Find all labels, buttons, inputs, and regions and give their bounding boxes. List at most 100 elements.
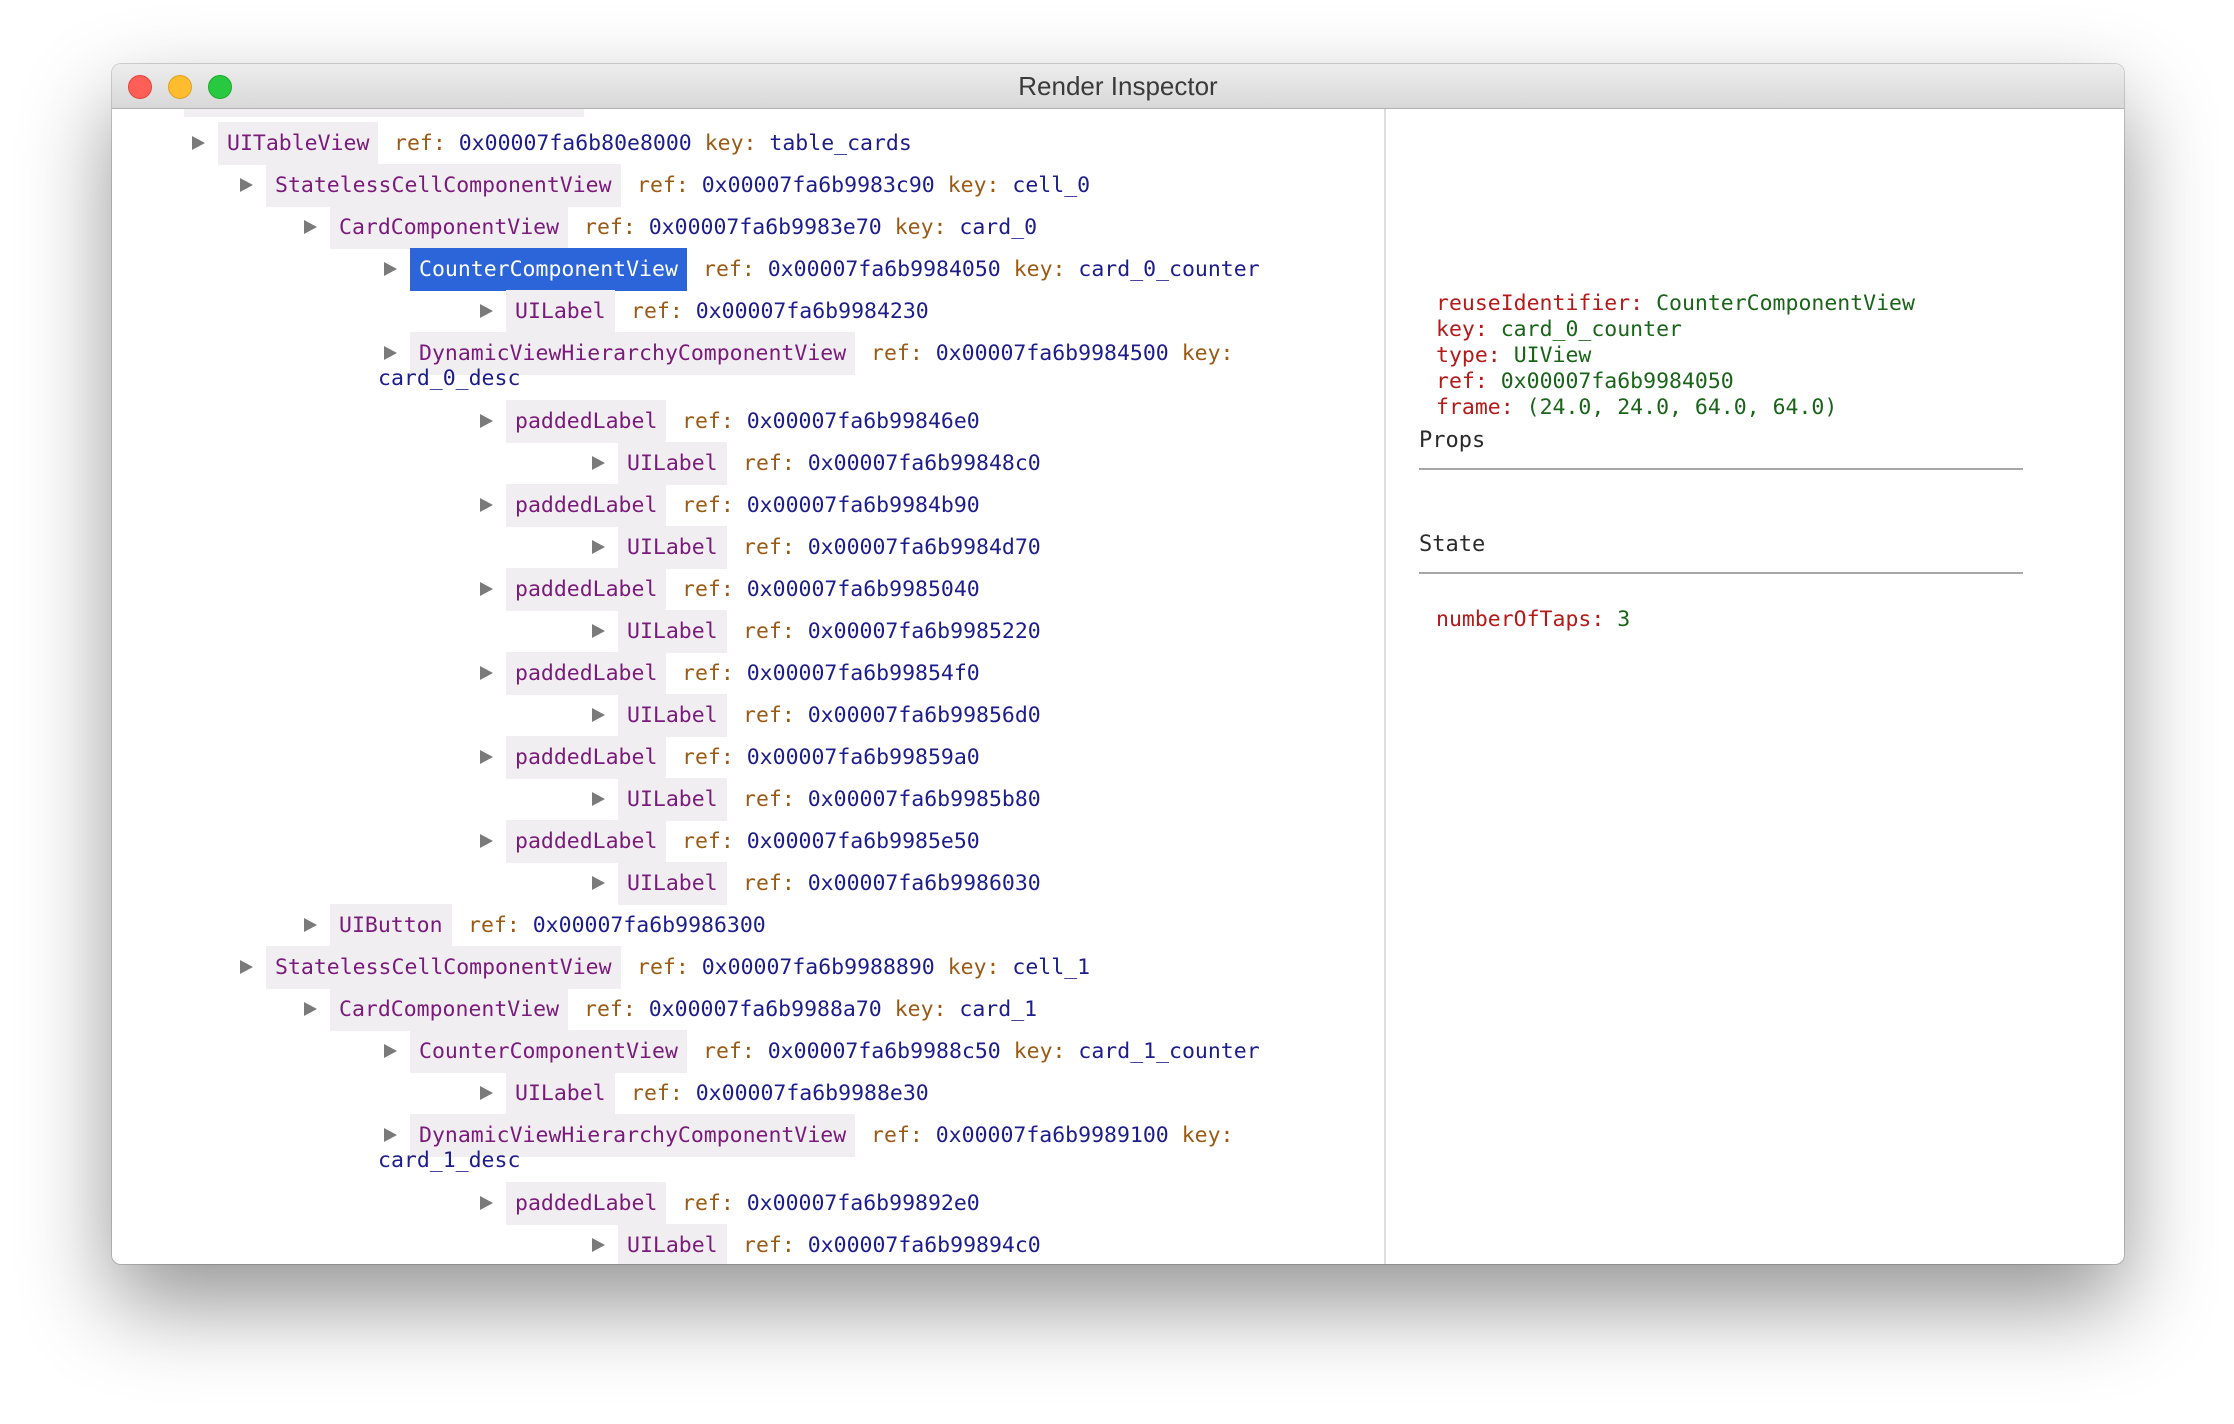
- key-label: key:: [894, 215, 947, 240]
- component-name[interactable]: UIButton: [330, 904, 452, 947]
- node-attributes: ref: 0x00007fa6b9986030: [743, 862, 1041, 905]
- component-name[interactable]: UILabel: [506, 290, 615, 333]
- ref-value: 0x00007fa6b9983e70: [648, 215, 882, 240]
- component-name[interactable]: UILabel: [618, 526, 727, 569]
- component-name[interactable]: CounterComponentView: [410, 248, 687, 291]
- component-name[interactable]: StatelessCellComponentView: [266, 946, 621, 989]
- ref-label: ref:: [682, 409, 734, 434]
- disclosure-triangle-icon[interactable]: [592, 708, 605, 722]
- component-name[interactable]: UITableView: [218, 122, 379, 165]
- component-name[interactable]: paddedLabel: [506, 568, 667, 611]
- disclosure-triangle-icon[interactable]: [480, 1086, 493, 1100]
- component-name[interactable]: paddedLabel: [506, 652, 667, 695]
- disclosure-triangle-icon[interactable]: [192, 136, 205, 150]
- ref-value: 0x00007fa6b9986300: [532, 913, 766, 938]
- component-name[interactable]: paddedLabel: [506, 1182, 667, 1225]
- disclosure-triangle-icon[interactable]: [240, 960, 253, 974]
- node-attributes: ref: 0x00007fa6b99894c0: [743, 1224, 1041, 1264]
- ref-label: ref:: [703, 257, 755, 282]
- ref-value: 0x00007fa6b99846e0: [746, 409, 980, 434]
- ref-value: 0x00007fa6b9984230: [695, 299, 929, 324]
- component-name[interactable]: CounterComponentView: [410, 1030, 687, 1073]
- ref-label: ref:: [468, 913, 520, 938]
- node-attributes: ref: 0x00007fa6b99892e0: [682, 1182, 980, 1225]
- ref-label: ref:: [871, 341, 923, 366]
- disclosure-triangle-icon[interactable]: [304, 220, 317, 234]
- node-attributes: ref: 0x00007fa6b9984b90: [682, 484, 980, 527]
- ref-value: 0x00007fa6b9984d70: [807, 535, 1041, 560]
- disclosure-triangle-icon[interactable]: [480, 582, 493, 596]
- disclosure-triangle-icon[interactable]: [592, 540, 605, 554]
- component-name[interactable]: UILabel: [618, 694, 727, 737]
- disclosure-triangle-icon[interactable]: [592, 876, 605, 890]
- disclosure-triangle-icon[interactable]: [592, 456, 605, 470]
- disclosure-triangle-icon[interactable]: [384, 346, 397, 360]
- ref-value: 0x00007fa6b99854f0: [746, 661, 980, 686]
- disclosure-triangle-icon[interactable]: [304, 1002, 317, 1016]
- key-value: card_0_counter: [1078, 257, 1260, 282]
- disclosure-triangle-icon[interactable]: [240, 178, 253, 192]
- key-value: cell_0: [1012, 173, 1091, 198]
- component-name[interactable]: CardComponentView: [330, 988, 569, 1031]
- disclosure-triangle-icon[interactable]: [480, 750, 493, 764]
- ref-value: 0x00007fa6b9985e50: [746, 829, 980, 854]
- disclosure-triangle-icon[interactable]: [592, 1238, 605, 1252]
- disclosure-triangle-icon[interactable]: [480, 666, 493, 680]
- ref-label: ref:: [871, 1123, 923, 1148]
- key-value: card_1_counter: [1078, 1039, 1260, 1064]
- render-inspector-window: Render Inspector UITableView ref: 0x00007…: [112, 64, 2124, 1264]
- ref-value: 0x00007fa6b99894c0: [807, 1233, 1041, 1258]
- ref-label: ref:: [743, 535, 795, 560]
- ref-value: 0x00007fa6b80e8000: [458, 131, 692, 156]
- component-name[interactable]: UILabel: [506, 1072, 615, 1115]
- disclosure-triangle-icon[interactable]: [480, 834, 493, 848]
- ref-label: ref:: [682, 577, 734, 602]
- ref-value: 0x00007fa6b9984500: [935, 341, 1169, 366]
- component-name[interactable]: UILabel: [618, 778, 727, 821]
- disclosure-triangle-icon[interactable]: [480, 414, 493, 428]
- ref-value: 0x00007fa6b9988890: [701, 955, 935, 980]
- view-hierarchy-tree[interactable]: UITableView ref: 0x00007fa6b80e8000 key: …: [112, 109, 1384, 1264]
- state-section-title: State: [1419, 532, 1486, 557]
- node-attributes: ref: 0x00007fa6b9984230: [631, 290, 929, 333]
- disclosure-triangle-icon[interactable]: [592, 624, 605, 638]
- key-value: card_0: [959, 215, 1038, 240]
- detail-row-frame: frame: (24.0, 24.0, 64.0, 64.0): [1436, 395, 1838, 420]
- ref-label: ref:: [743, 1233, 795, 1258]
- component-name[interactable]: UILabel: [618, 610, 727, 653]
- component-name[interactable]: paddedLabel: [506, 400, 667, 443]
- component-name[interactable]: UILabel: [618, 862, 727, 905]
- component-name[interactable]: paddedLabel: [506, 820, 667, 863]
- component-name[interactable]: UILabel: [618, 442, 727, 485]
- component-name[interactable]: paddedLabel: [506, 484, 667, 527]
- disclosure-triangle-icon[interactable]: [480, 304, 493, 318]
- disclosure-triangle-icon[interactable]: [480, 1196, 493, 1210]
- disclosure-triangle-icon[interactable]: [592, 792, 605, 806]
- ref-label: ref:: [584, 997, 636, 1022]
- disclosure-triangle-icon[interactable]: [384, 1128, 397, 1142]
- ref-value: 0x00007fa6b9983c90: [701, 173, 935, 198]
- component-name[interactable]: StatelessCellComponentView: [266, 164, 621, 207]
- clipped-tree-node[interactable]: [184, 109, 584, 117]
- disclosure-triangle-icon[interactable]: [480, 498, 493, 512]
- key-label: key:: [1181, 341, 1234, 366]
- component-name[interactable]: UILabel: [618, 1224, 727, 1264]
- node-attributes: ref: 0x00007fa6b9985220: [743, 610, 1041, 653]
- node-attributes: ref: 0x00007fa6b99859a0: [682, 736, 980, 779]
- detail-row-key: key: card_0_counter: [1436, 317, 1682, 342]
- node-attributes: ref: 0x00007fa6b99848c0: [743, 442, 1041, 485]
- disclosure-triangle-icon[interactable]: [384, 1044, 397, 1058]
- node-attributes: ref: 0x00007fa6b9985e50: [682, 820, 980, 863]
- ref-label: ref:: [394, 131, 446, 156]
- key-value: card_1: [959, 997, 1038, 1022]
- ref-label: ref:: [682, 493, 734, 518]
- component-name[interactable]: CardComponentView: [330, 206, 569, 249]
- detail-row-type: type: UIView: [1436, 343, 1592, 368]
- key-label: key:: [894, 997, 947, 1022]
- disclosure-triangle-icon[interactable]: [304, 918, 317, 932]
- component-name[interactable]: paddedLabel: [506, 736, 667, 779]
- node-attributes: ref: 0x00007fa6b9986300: [468, 904, 766, 947]
- ref-label: ref:: [631, 299, 683, 324]
- ref-value: 0x00007fa6b9984050: [767, 257, 1001, 282]
- disclosure-triangle-icon[interactable]: [384, 262, 397, 276]
